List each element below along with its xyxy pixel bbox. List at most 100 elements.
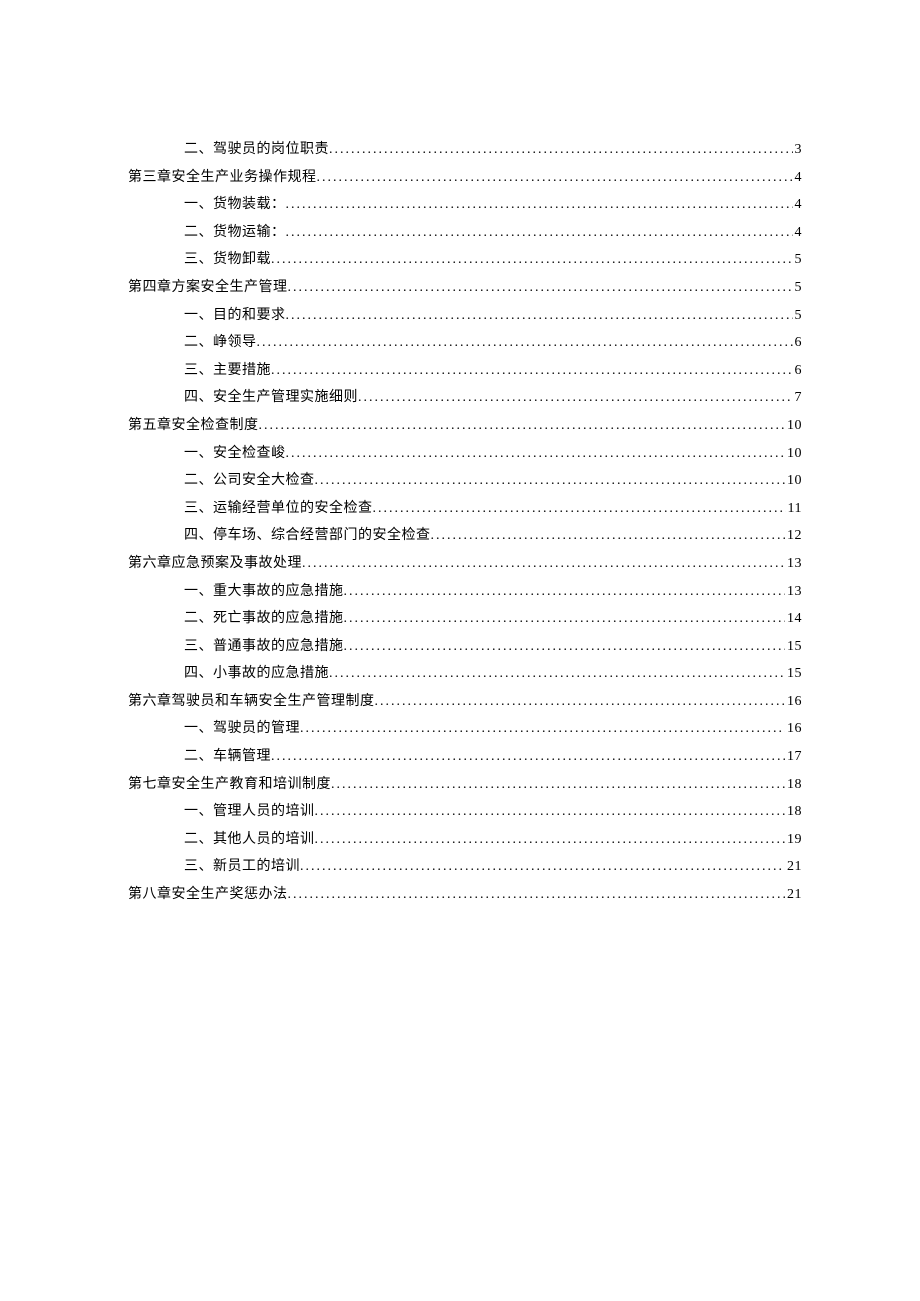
- toc-label: 一、管理人员的培训: [184, 798, 315, 826]
- toc-leader-dots: [344, 605, 786, 633]
- toc-label: 二、公司安全大检查: [184, 467, 315, 495]
- toc-leader-dots: [288, 881, 786, 909]
- toc-leader-dots: [288, 274, 793, 302]
- toc-leader-dots: [373, 495, 786, 523]
- toc-label: 第五章安全检查制度: [128, 412, 259, 440]
- toc-label: 二、驾驶员的岗位职责: [184, 136, 329, 164]
- toc-page-number: 16: [785, 715, 802, 743]
- toc-leader-dots: [259, 412, 786, 440]
- toc-page-number: 3: [793, 136, 803, 164]
- toc-label: 第六章驾驶员和车辆安全生产管理制度: [128, 688, 375, 716]
- toc-entry: 第八章安全生产奖惩办法 21: [128, 881, 802, 909]
- toc-entry: 二、峥领导 6: [128, 329, 802, 357]
- toc-leader-dots: [329, 660, 785, 688]
- toc-leader-dots: [375, 688, 786, 716]
- toc-entry: 第三章安全生产业务操作规程 4: [128, 164, 802, 192]
- toc-leader-dots: [286, 440, 786, 468]
- toc-label: 二、车辆管理: [184, 743, 271, 771]
- toc-entry: 一、重大事故的应急措施 13: [128, 578, 802, 606]
- toc-leader-dots: [331, 771, 785, 799]
- toc-leader-dots: [286, 302, 793, 330]
- toc-entry: 一、管理人员的培训18: [128, 798, 802, 826]
- toc-leader-dots: [315, 467, 786, 495]
- toc-page-number: 5: [793, 274, 803, 302]
- toc-label: 一、安全检查峻: [184, 440, 286, 468]
- toc-label: 一、目的和要求: [184, 302, 286, 330]
- toc-page-number: 6: [793, 357, 803, 385]
- toc-page-number: 5: [793, 302, 803, 330]
- toc-entry: 一、货物装载： 4: [128, 191, 802, 219]
- toc-page-number: 13: [785, 578, 802, 606]
- toc-label: 三、货物卸载: [184, 246, 271, 274]
- toc-page-number: 10: [785, 467, 802, 495]
- toc-leader-dots: [344, 633, 786, 661]
- toc-label: 第六章应急预案及事故处理: [128, 550, 302, 578]
- toc-page-number: 4: [793, 219, 803, 247]
- toc-label: 三、新员工的培训: [184, 853, 300, 881]
- toc-page-number: 10: [785, 440, 802, 468]
- toc-leader-dots: [431, 522, 786, 550]
- toc-entry: 二、其他人员的培训 19: [128, 826, 802, 854]
- toc-entry: 一、安全检查峻 10: [128, 440, 802, 468]
- toc-entry: 三、运输经营单位的安全检查11: [128, 495, 802, 523]
- toc-page-number: 11: [786, 495, 802, 523]
- toc-page-number: 15: [785, 660, 802, 688]
- toc-entry: 二、死亡事故的应急措施14: [128, 605, 802, 633]
- toc-label: 四、停车场、综合经营部门的安全检查: [184, 522, 431, 550]
- toc-entry: 三、普通事故的应急措施15: [128, 633, 802, 661]
- toc-leader-dots: [329, 136, 793, 164]
- toc-page-number: 19: [785, 826, 802, 854]
- toc-entry: 四、停车场、综合经营部门的安全检查 12: [128, 522, 802, 550]
- toc-label: 二、其他人员的培训: [184, 826, 315, 854]
- toc-leader-dots: [271, 743, 785, 771]
- toc-page-number: 13: [785, 550, 802, 578]
- toc-entry: 二、公司安全大检查 10: [128, 467, 802, 495]
- toc-entry: 第四章方案安全生产管理5: [128, 274, 802, 302]
- toc-label: 一、重大事故的应急措施: [184, 578, 344, 606]
- toc-entry: 一、目的和要求 5: [128, 302, 802, 330]
- toc-label: 四、安全生产管理实施细则: [184, 384, 358, 412]
- toc-entry: 第五章安全检查制度10: [128, 412, 802, 440]
- toc-leader-dots: [317, 164, 793, 192]
- toc-entry: 三、新员工的培训 21: [128, 853, 802, 881]
- toc-entry: 一、驾驶员的管理 16: [128, 715, 802, 743]
- toc-page-number: 17: [785, 743, 802, 771]
- toc-entry: 第六章应急预案及事故处理 13: [128, 550, 802, 578]
- toc-label: 一、货物装载：: [184, 191, 286, 219]
- toc-label: 第三章安全生产业务操作规程: [128, 164, 317, 192]
- toc-page-number: 7: [793, 384, 803, 412]
- toc-entry: 二、货物运输： 4: [128, 219, 802, 247]
- toc-leader-dots: [300, 853, 785, 881]
- toc-leader-dots: [302, 550, 785, 578]
- toc-label: 三、普通事故的应急措施: [184, 633, 344, 661]
- toc-label: 第七章安全生产教育和培训制度: [128, 771, 331, 799]
- toc-label: 二、货物运输：: [184, 219, 286, 247]
- toc-leader-dots: [271, 357, 793, 385]
- toc-label: 第八章安全生产奖惩办法: [128, 881, 288, 909]
- table-of-contents: 二、驾驶员的岗位职责3第三章安全生产业务操作规程4一、货物装载：4二、货物运输：…: [128, 136, 802, 909]
- toc-page-number: 4: [793, 191, 803, 219]
- toc-page-number: 5: [793, 246, 803, 274]
- toc-page-number: 4: [793, 164, 803, 192]
- toc-page-number: 21: [785, 881, 802, 909]
- toc-page-number: 21: [785, 853, 802, 881]
- toc-leader-dots: [315, 798, 786, 826]
- toc-label: 一、驾驶员的管理: [184, 715, 300, 743]
- toc-entry: 三、主要措施6: [128, 357, 802, 385]
- toc-entry: 二、驾驶员的岗位职责 3: [128, 136, 802, 164]
- toc-entry: 第七章安全生产教育和培训制度18: [128, 771, 802, 799]
- toc-leader-dots: [271, 246, 793, 274]
- toc-entry: 四、安全生产管理实施细则 7: [128, 384, 802, 412]
- toc-entry: 三、货物卸载 5: [128, 246, 802, 274]
- toc-leader-dots: [315, 826, 786, 854]
- toc-leader-dots: [286, 219, 793, 247]
- toc-label: 四、小事故的应急措施: [184, 660, 329, 688]
- toc-leader-dots: [257, 329, 793, 357]
- toc-label: 二、死亡事故的应急措施: [184, 605, 344, 633]
- toc-label: 二、峥领导: [184, 329, 257, 357]
- toc-page-number: 6: [793, 329, 803, 357]
- toc-entry: 二、车辆管理 17: [128, 743, 802, 771]
- toc-page-number: 12: [785, 522, 802, 550]
- toc-leader-dots: [286, 191, 793, 219]
- toc-leader-dots: [344, 578, 786, 606]
